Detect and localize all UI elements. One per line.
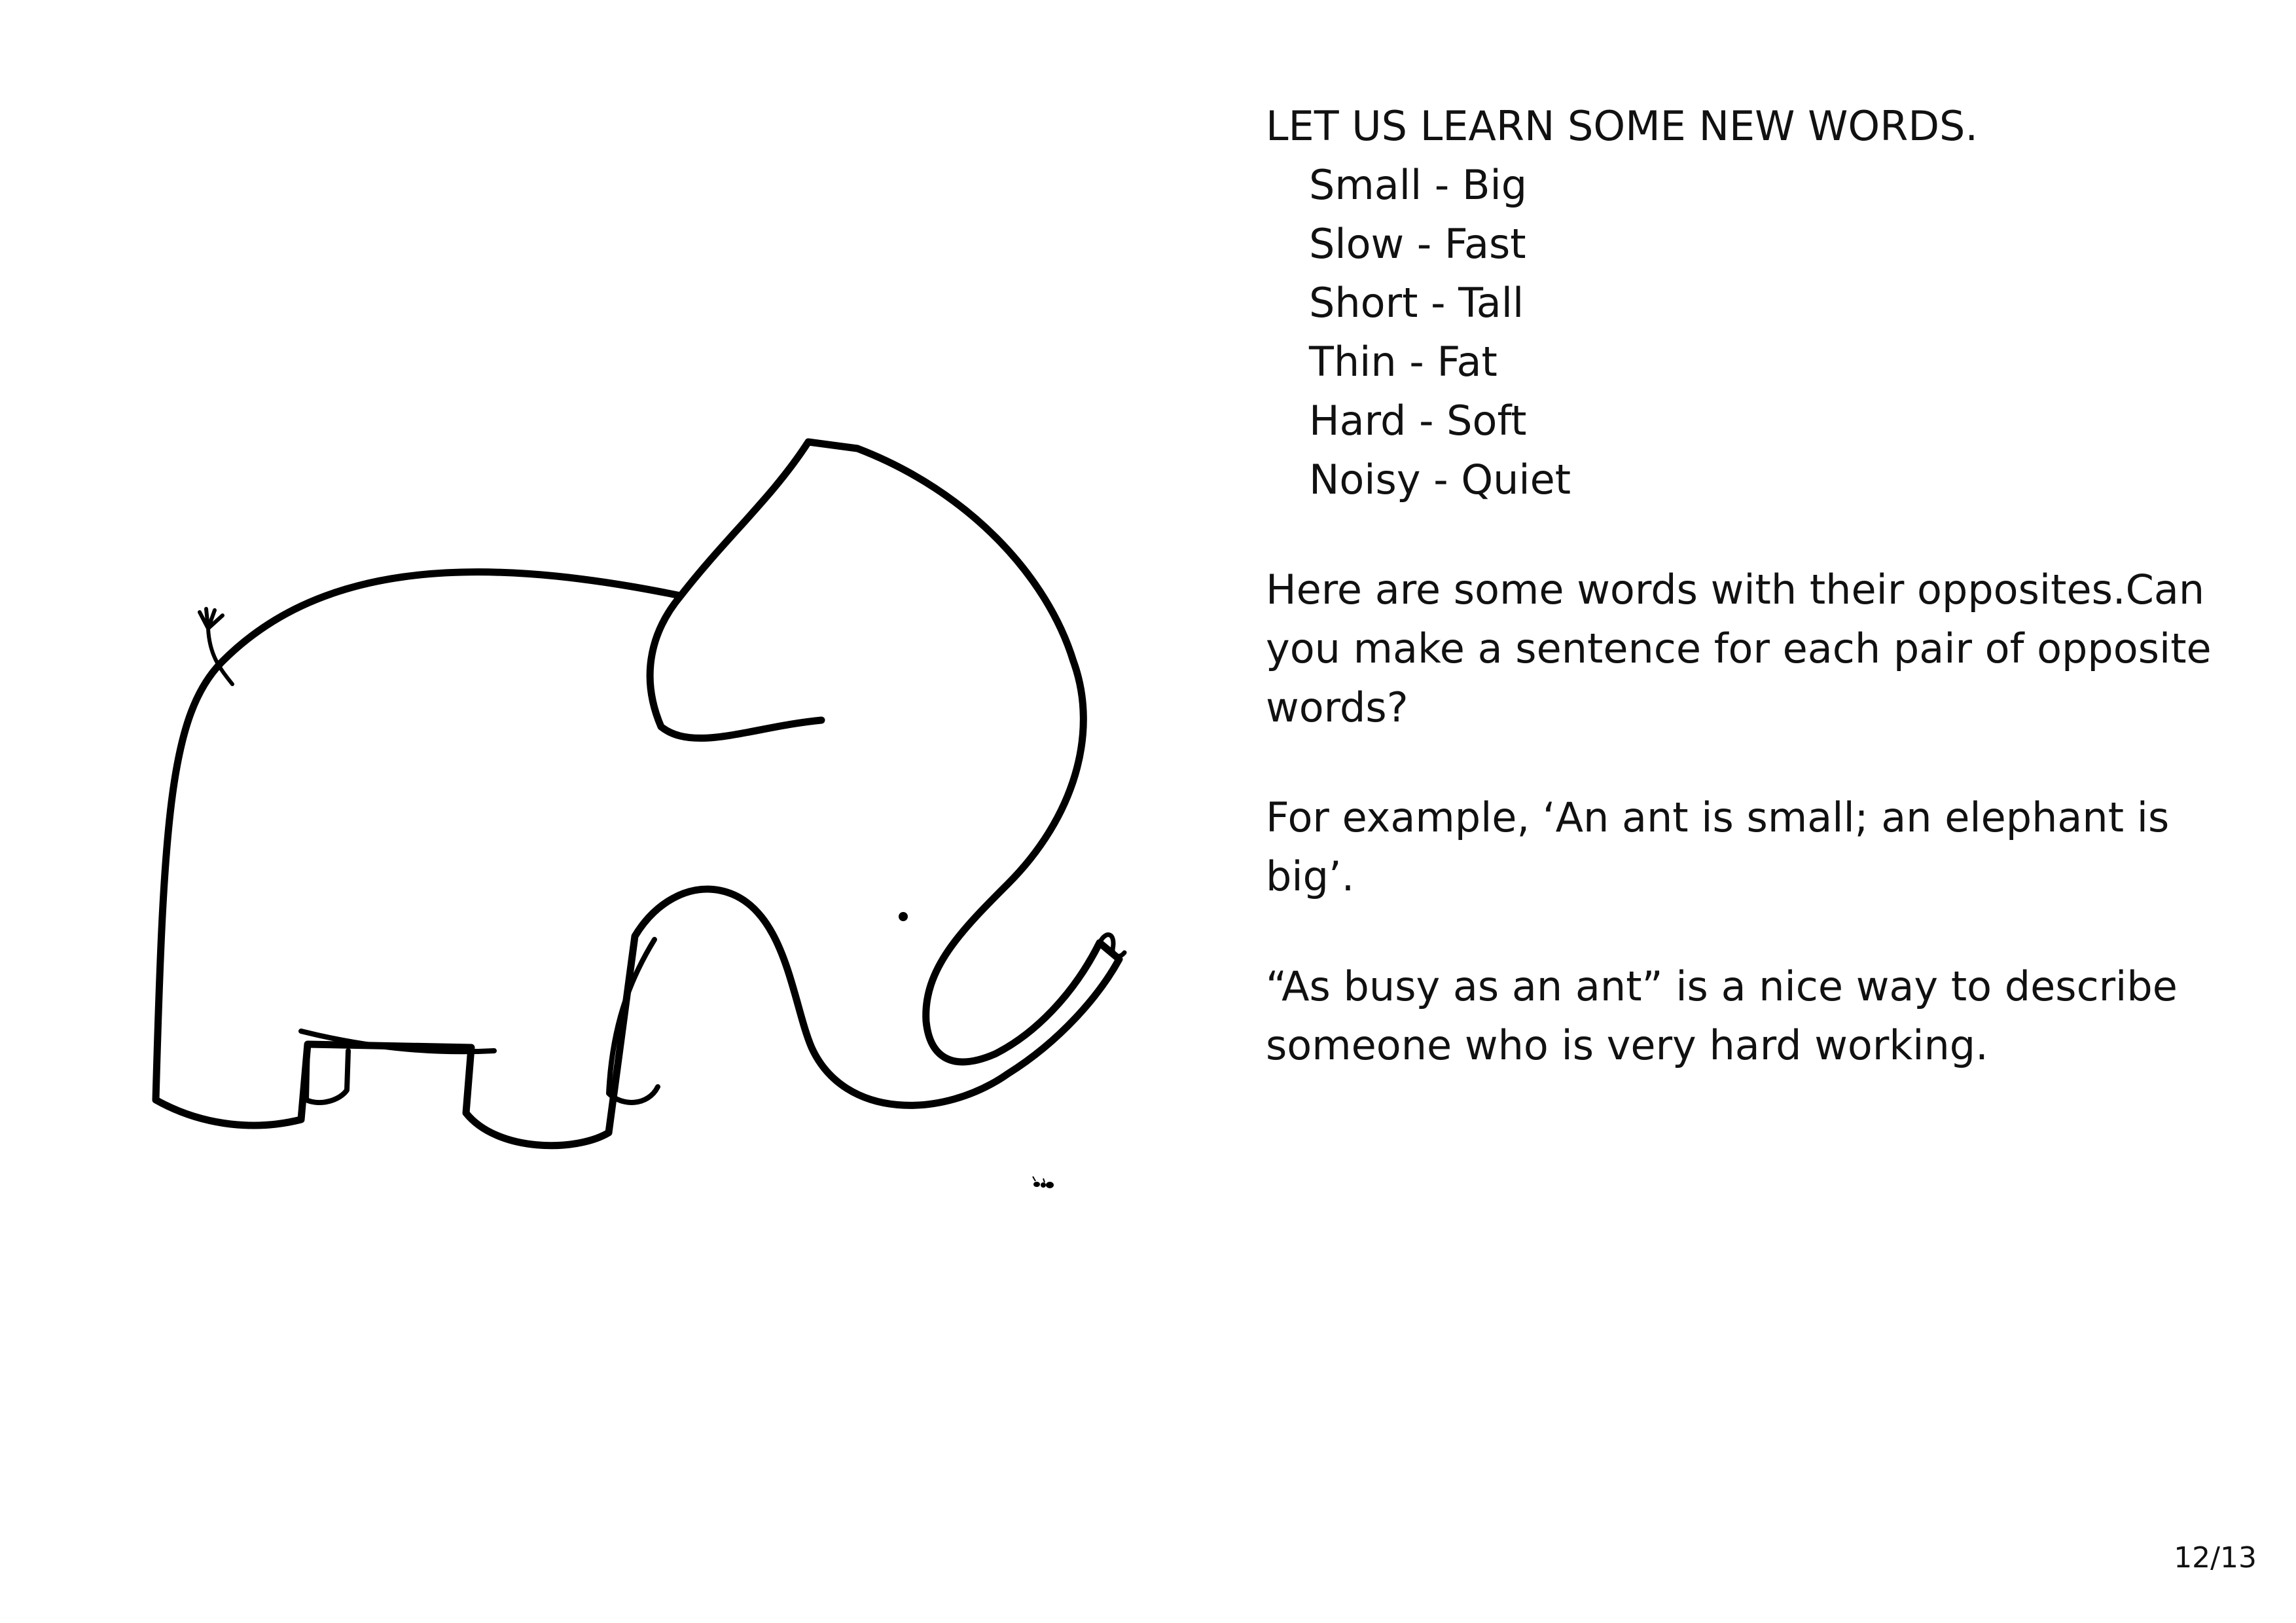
ant-figure: [1032, 1176, 1054, 1188]
lesson-heading: LET US LEARN SOME NEW WORDS.: [1266, 102, 1979, 150]
elephant-back-hind-leg: [304, 1042, 351, 1105]
elephant-body-outline: [152, 438, 1123, 1150]
word-pair: Slow - Fast: [1309, 220, 1526, 268]
book-page: LET US LEARN SOME NEW WORDS. Small - Big…: [0, 0, 2296, 1623]
idiom-paragraph: “As busy as an ant” is a nice way to des…: [1266, 962, 2178, 1069]
word-pair: Small - Big: [1309, 161, 1528, 209]
word-pair: Hard - Soft: [1309, 397, 1527, 445]
elephant-eye: [899, 912, 908, 921]
elephant-illustration: [152, 438, 1127, 1188]
page-number: 12/13: [2174, 1541, 2257, 1575]
word-pair: Noisy - Quiet: [1309, 456, 1571, 503]
lesson-text: LET US LEARN SOME NEW WORDS. Small - Big…: [1266, 97, 2215, 1075]
instruction-paragraph: Here are some words with their opposites…: [1266, 566, 2212, 731]
word-pair: Thin - Fat: [1309, 338, 1498, 386]
example-paragraph: For example, ‘An ant is small; an elepha…: [1266, 793, 2170, 900]
opposite-word-list: Small - Big Slow - Fast Short - Tall Thi…: [1266, 156, 2215, 509]
word-pair: Short - Tall: [1309, 279, 1524, 327]
